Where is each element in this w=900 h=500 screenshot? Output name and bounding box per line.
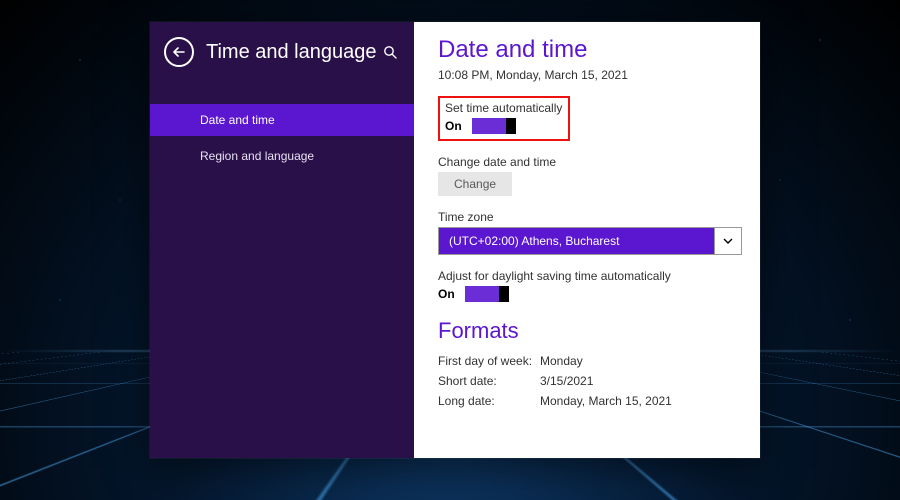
chevron-down-icon[interactable] bbox=[714, 228, 741, 254]
sidebar-nav: Date and time Region and language bbox=[150, 104, 414, 172]
sidebar-item-region-language[interactable]: Region and language bbox=[150, 140, 414, 172]
format-key: Short date: bbox=[438, 374, 540, 388]
format-key: Long date: bbox=[438, 394, 540, 408]
back-button[interactable] bbox=[164, 37, 194, 67]
format-row-first-day: First day of week: Monday bbox=[438, 354, 742, 368]
change-button[interactable]: Change bbox=[438, 172, 512, 196]
sidebar-item-date-time[interactable]: Date and time bbox=[150, 104, 414, 136]
set-time-auto-label: Set time automatically bbox=[445, 101, 562, 115]
format-value: Monday bbox=[540, 354, 583, 368]
set-time-auto-highlight: Set time automatically On bbox=[438, 96, 570, 141]
timezone-value: (UTC+02:00) Athens, Bucharest bbox=[439, 228, 714, 254]
dst-state: On bbox=[438, 287, 455, 301]
set-time-auto-toggle[interactable] bbox=[472, 118, 516, 134]
heading-formats: Formats bbox=[438, 318, 742, 344]
change-date-time-label: Change date and time bbox=[438, 155, 742, 169]
format-row-long-date: Long date: Monday, March 15, 2021 bbox=[438, 394, 742, 408]
timezone-select[interactable]: (UTC+02:00) Athens, Bucharest bbox=[438, 227, 742, 255]
format-row-short-date: Short date: 3/15/2021 bbox=[438, 374, 742, 388]
settings-window: Time and language Date and time Region a… bbox=[150, 22, 760, 458]
heading-date-time: Date and time bbox=[438, 36, 742, 64]
sidebar-title: Time and language bbox=[206, 41, 380, 64]
format-key: First day of week: bbox=[438, 354, 540, 368]
search-icon[interactable] bbox=[380, 45, 400, 59]
timezone-label: Time zone bbox=[438, 210, 742, 224]
format-value: 3/15/2021 bbox=[540, 374, 593, 388]
set-time-auto-state: On bbox=[445, 119, 462, 133]
content-pane[interactable]: Date and time 10:08 PM, Monday, March 15… bbox=[414, 22, 760, 458]
format-value: Monday, March 15, 2021 bbox=[540, 394, 672, 408]
sidebar: Time and language Date and time Region a… bbox=[150, 22, 414, 458]
dst-toggle[interactable] bbox=[465, 286, 509, 302]
current-datetime: 10:08 PM, Monday, March 15, 2021 bbox=[438, 68, 742, 82]
dst-label: Adjust for daylight saving time automati… bbox=[438, 269, 742, 283]
